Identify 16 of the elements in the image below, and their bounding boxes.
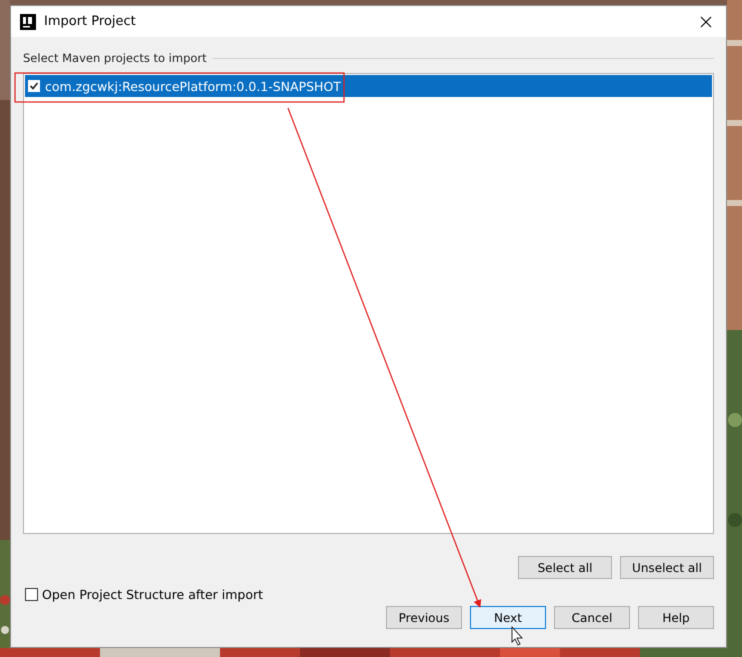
checkbox[interactable]: [25, 588, 38, 601]
list-action-button[interactable]: Select all: [518, 556, 612, 579]
dialog-button[interactable]: Next: [470, 606, 546, 629]
section-label: Select Maven projects to import: [23, 51, 207, 65]
checkbox-label: Open Project Structure after import: [42, 587, 264, 602]
dialog-button[interactable]: Cancel: [554, 606, 630, 629]
project-row[interactable]: com.zgcwkj:ResourcePlatform:0.0.1-SNAPSHOT: [25, 75, 712, 97]
cursor-icon: [512, 626, 523, 646]
close-icon: [700, 16, 712, 28]
app-logo-icon: [20, 14, 36, 30]
window-title: Import Project: [44, 14, 137, 29]
project-name: com.zgcwkj:ResourcePlatform:0.0.1-SNAPSHOT: [45, 78, 341, 94]
check-icon: [29, 81, 39, 91]
dialog-button[interactable]: Previous: [386, 606, 462, 629]
dialog-button[interactable]: Help: [638, 606, 714, 629]
list-action-button[interactable]: Unselect all: [620, 556, 714, 579]
